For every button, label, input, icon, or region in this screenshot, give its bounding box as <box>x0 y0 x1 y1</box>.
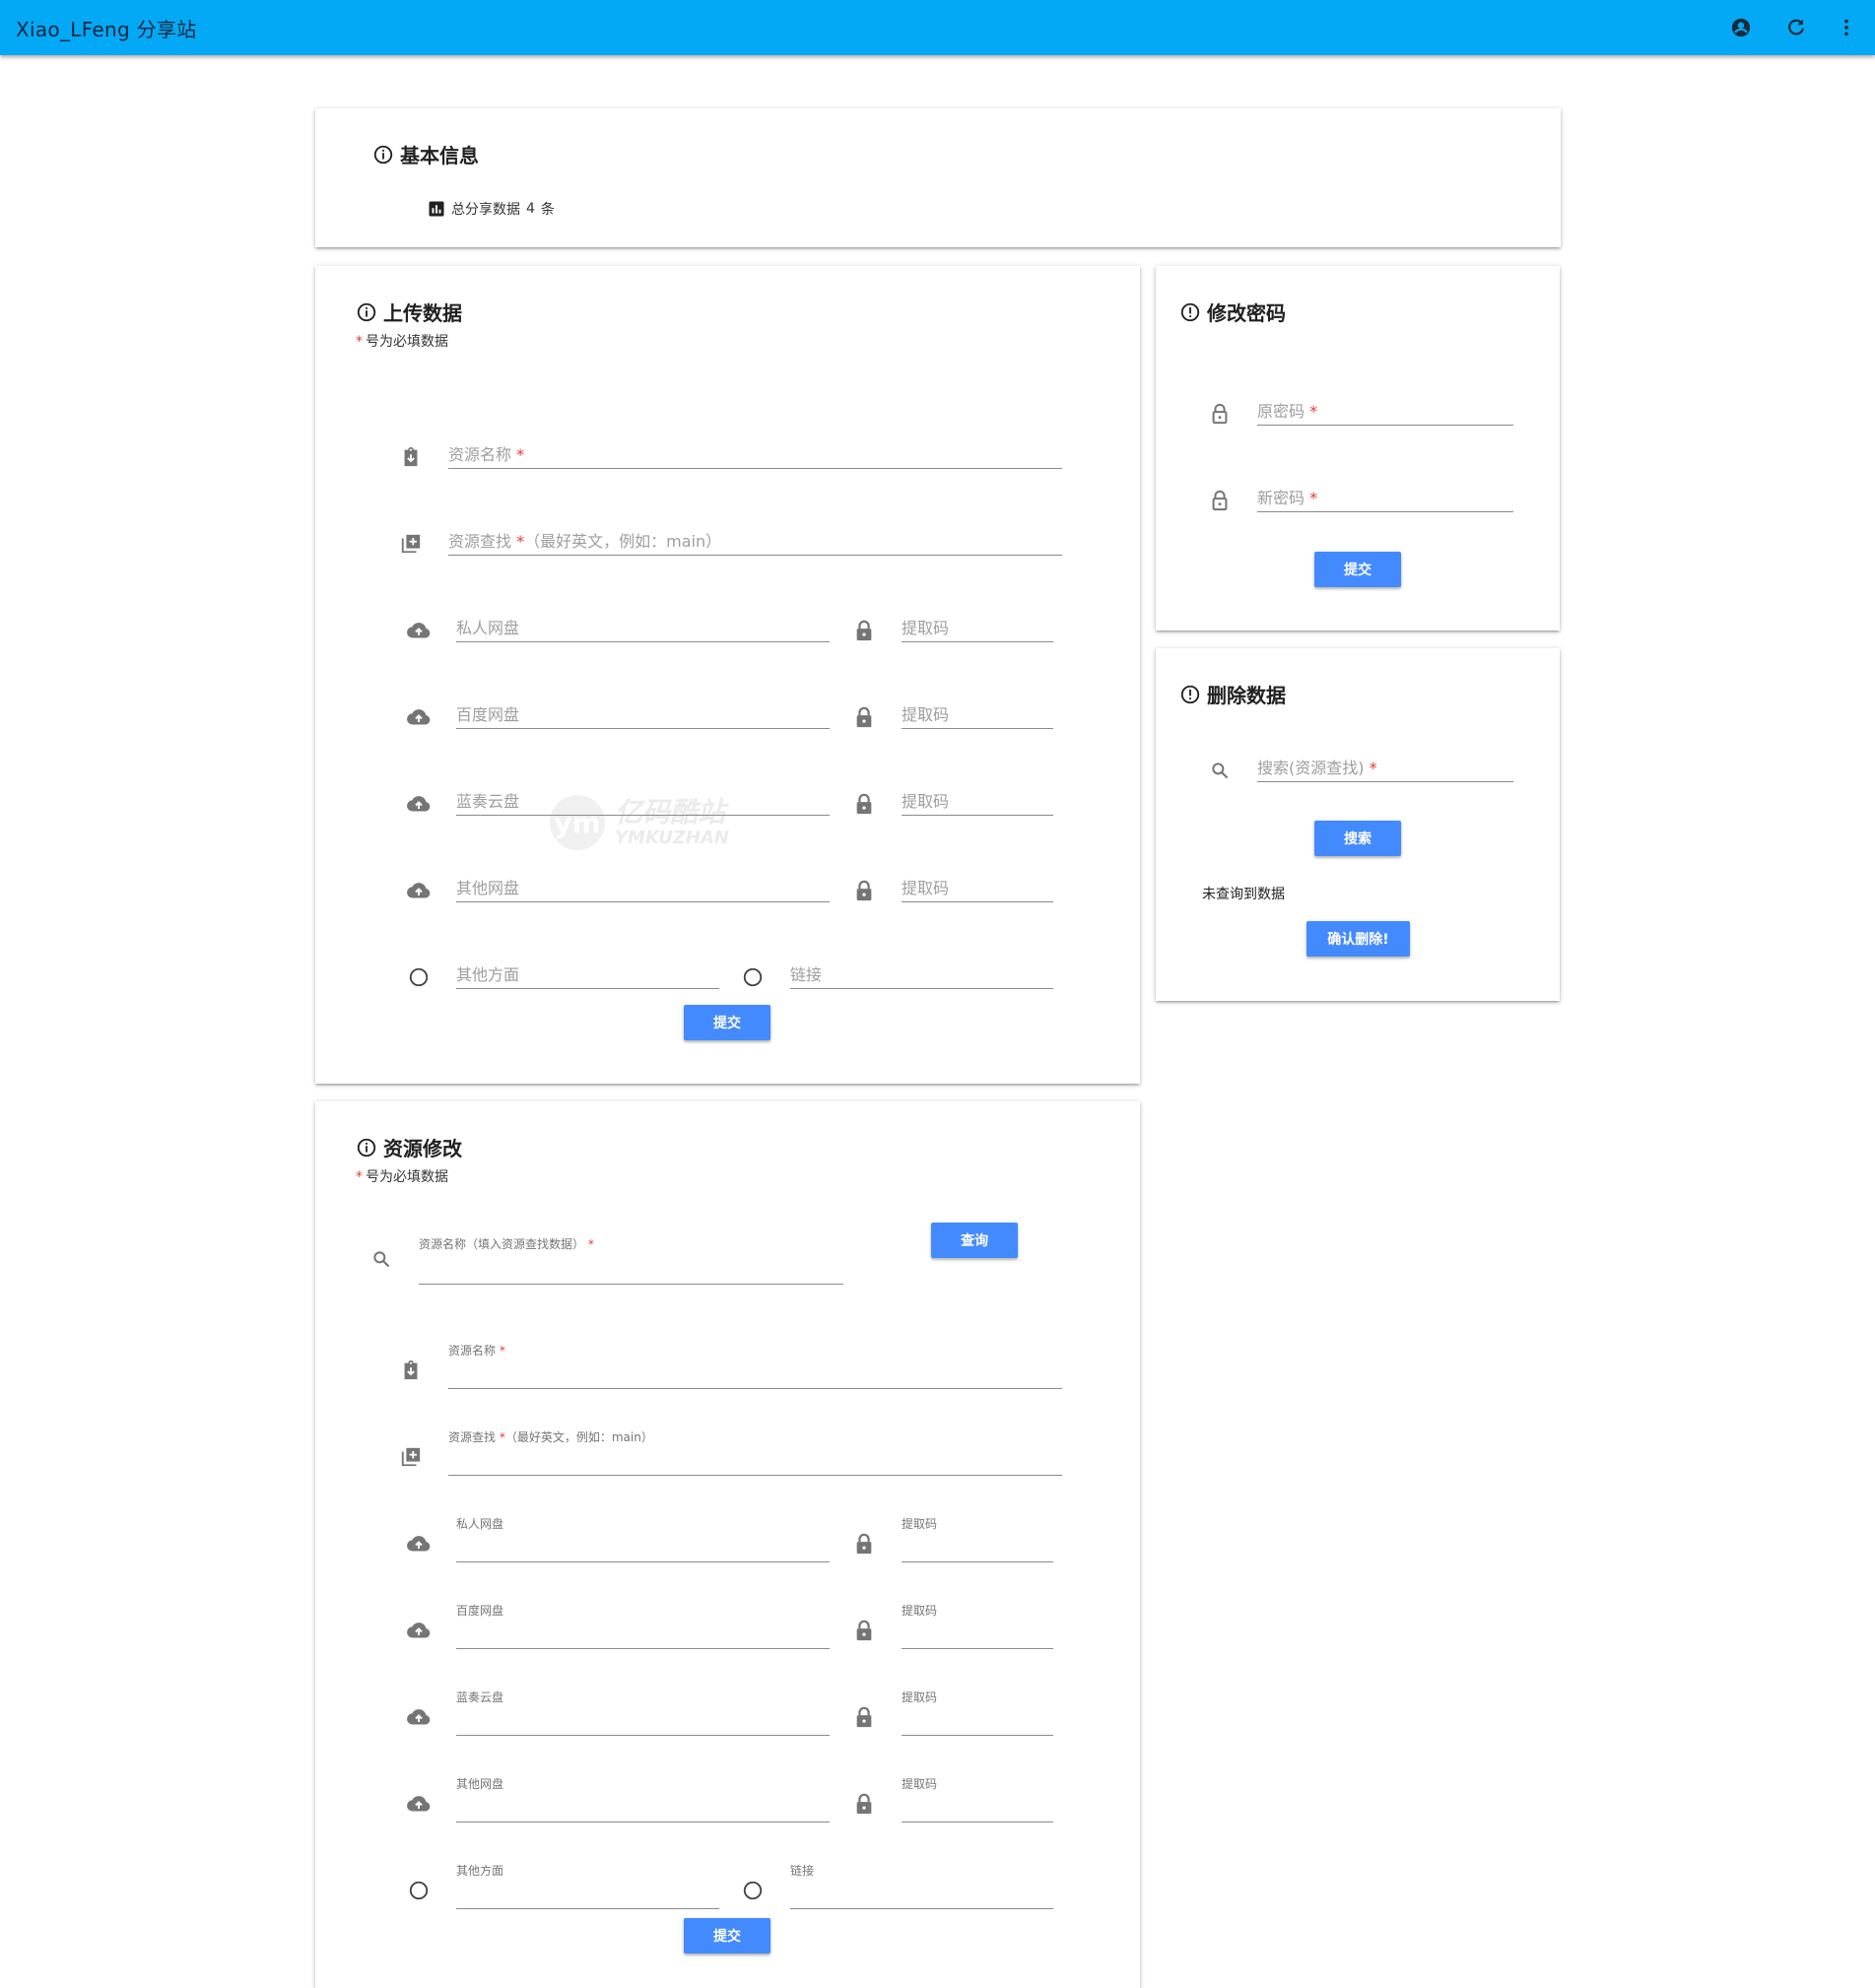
upload-header: 上传数据 <box>356 298 462 326</box>
library-add-icon <box>399 1445 423 1469</box>
edit-link-field[interactable]: 链接 <box>790 1864 1053 1909</box>
upload-other-disk-field[interactable]: 其他网盘 <box>456 869 830 902</box>
edit-other-disk-field[interactable]: 其他网盘 <box>456 1777 830 1822</box>
lock-icon <box>852 792 876 816</box>
edit-lanzou-field[interactable]: 蓝奏云盘 <box>456 1690 830 1736</box>
lock-icon <box>852 705 876 729</box>
clipboard-down-icon <box>399 1358 423 1382</box>
password-submit-button[interactable]: 提交 <box>1314 552 1401 587</box>
upload-other-disk-code-field[interactable]: 提取码 <box>902 869 1053 902</box>
cloud-upload-icon <box>407 879 431 902</box>
basic-info-title: 基本信息 <box>400 144 479 167</box>
password-header: 修改密码 <box>1179 298 1286 326</box>
lock-outline-icon <box>1208 402 1232 426</box>
upload-lanzou-field[interactable]: 蓝奏云盘 <box>456 782 830 816</box>
change-password-card: 修改密码 原密码 * 新密码 * 提交 <box>1156 266 1560 630</box>
basic-info-header: 基本信息 <box>372 140 479 168</box>
cloud-upload-icon <box>407 619 431 642</box>
edit-private-code-field[interactable]: 提取码 <box>902 1517 1053 1562</box>
edit-submit-button[interactable]: 提交 <box>684 1918 770 1954</box>
edit-baidu-field[interactable]: 百度网盘 <box>456 1604 830 1649</box>
edit-other-disk-code-field[interactable]: 提取码 <box>902 1777 1053 1822</box>
upload-card: 上传数据 * 号为必填数据 ym 亿码酷站 YMKUZHAN 资源名称 * 资源查… <box>315 266 1140 1084</box>
account-icon[interactable] <box>1727 14 1755 41</box>
delete-search-field[interactable]: 搜索(资源查找) * <box>1257 749 1513 782</box>
app-bar: Xiao_LFeng 分享站 <box>0 0 1875 55</box>
edit-title: 资源修改 <box>383 1137 462 1160</box>
radio-circle-icon[interactable] <box>741 965 765 989</box>
cloud-upload-icon <box>407 1619 431 1642</box>
info-icon <box>373 145 393 164</box>
clipboard-down-icon <box>399 445 423 469</box>
more-vert-icon[interactable] <box>1833 14 1860 41</box>
upload-key-field[interactable]: 资源查找 *（最好英文，例如：main） <box>448 522 1062 556</box>
lock-outline-icon <box>1208 489 1232 512</box>
lock-icon <box>852 1619 876 1642</box>
delete-data-card: 删除数据 搜索(资源查找) * 搜索 未查询到数据 确认删除! <box>1156 648 1560 1001</box>
upload-title: 上传数据 <box>383 301 462 325</box>
upload-private-field[interactable]: 私人网盘 <box>456 609 830 642</box>
radio-circle-icon[interactable] <box>407 1879 431 1902</box>
lock-icon <box>852 619 876 642</box>
edit-header: 资源修改 <box>356 1133 462 1161</box>
radio-circle-icon[interactable] <box>407 965 431 989</box>
info-icon <box>357 302 376 321</box>
old-password-field[interactable]: 原密码 * <box>1257 392 1513 426</box>
cloud-upload-icon <box>407 1532 431 1556</box>
upload-link-field[interactable]: 链接 <box>790 956 1053 989</box>
edit-name-field[interactable]: 资源名称 * <box>448 1344 1062 1389</box>
upload-other-field[interactable]: 其他方面 <box>456 956 719 989</box>
delete-title: 删除数据 <box>1207 684 1286 707</box>
share-count-prefix: 总分享数据 <box>451 202 520 218</box>
lock-icon <box>852 1532 876 1556</box>
edit-key-field[interactable]: 资源查找 *（最好英文，例如：main） <box>448 1430 1062 1476</box>
cloud-upload-icon <box>407 1705 431 1729</box>
basic-info-card: 基本信息 总分享数据 4 条 <box>315 108 1561 247</box>
upload-required-note: * 号为必填数据 <box>356 334 448 350</box>
info-icon <box>357 1138 376 1157</box>
new-password-field[interactable]: 新密码 * <box>1257 479 1513 512</box>
lock-icon <box>852 1792 876 1816</box>
watermark-en: YMKUZHAN <box>615 827 729 848</box>
refresh-icon[interactable] <box>1782 14 1810 41</box>
library-add-icon <box>399 532 423 556</box>
password-title: 修改密码 <box>1207 301 1286 325</box>
share-count-line: 总分享数据 4 条 <box>428 199 555 219</box>
edit-query-button[interactable]: 查询 <box>931 1223 1018 1258</box>
delete-status-text: 未查询到数据 <box>1202 887 1285 902</box>
error-outline-icon <box>1180 685 1200 703</box>
cloud-upload-icon <box>407 1792 431 1816</box>
edit-required-note: * 号为必填数据 <box>356 1169 448 1185</box>
edit-lanzou-code-field[interactable]: 提取码 <box>902 1690 1053 1736</box>
lock-icon <box>852 879 876 902</box>
confirm-delete-button[interactable]: 确认删除! <box>1306 921 1410 957</box>
upload-private-code-field[interactable]: 提取码 <box>902 609 1053 642</box>
edit-private-field[interactable]: 私人网盘 <box>456 1517 830 1562</box>
edit-baidu-code-field[interactable]: 提取码 <box>902 1604 1053 1649</box>
upload-lanzou-code-field[interactable]: 提取码 <box>902 782 1053 816</box>
share-count-value: 4 <box>526 201 535 217</box>
cloud-upload-icon <box>407 792 431 816</box>
upload-submit-button[interactable]: 提交 <box>684 1005 770 1040</box>
error-outline-icon <box>1180 302 1200 321</box>
radio-circle-icon[interactable] <box>741 1879 765 1902</box>
lock-icon <box>852 1705 876 1729</box>
search-icon <box>369 1247 393 1271</box>
app-title[interactable]: Xiao_LFeng 分享站 <box>16 14 197 42</box>
search-icon <box>1208 759 1232 782</box>
upload-name-field[interactable]: 资源名称 * <box>448 435 1062 469</box>
delete-search-button[interactable]: 搜索 <box>1314 821 1401 856</box>
delete-header: 删除数据 <box>1179 680 1286 708</box>
edit-query-field[interactable]: 资源名称（填入资源查找数据） * <box>419 1235 843 1285</box>
edit-resource-card: 资源修改 * 号为必填数据 资源名称（填入资源查找数据） * 查询 资源名称 * … <box>315 1101 1140 1988</box>
cloud-upload-icon <box>407 705 431 729</box>
share-count-unit: 条 <box>540 202 555 218</box>
upload-baidu-field[interactable]: 百度网盘 <box>456 696 830 729</box>
bar-chart-icon <box>429 201 444 217</box>
upload-baidu-code-field[interactable]: 提取码 <box>902 696 1053 729</box>
edit-other-field[interactable]: 其他方面 <box>456 1864 719 1909</box>
